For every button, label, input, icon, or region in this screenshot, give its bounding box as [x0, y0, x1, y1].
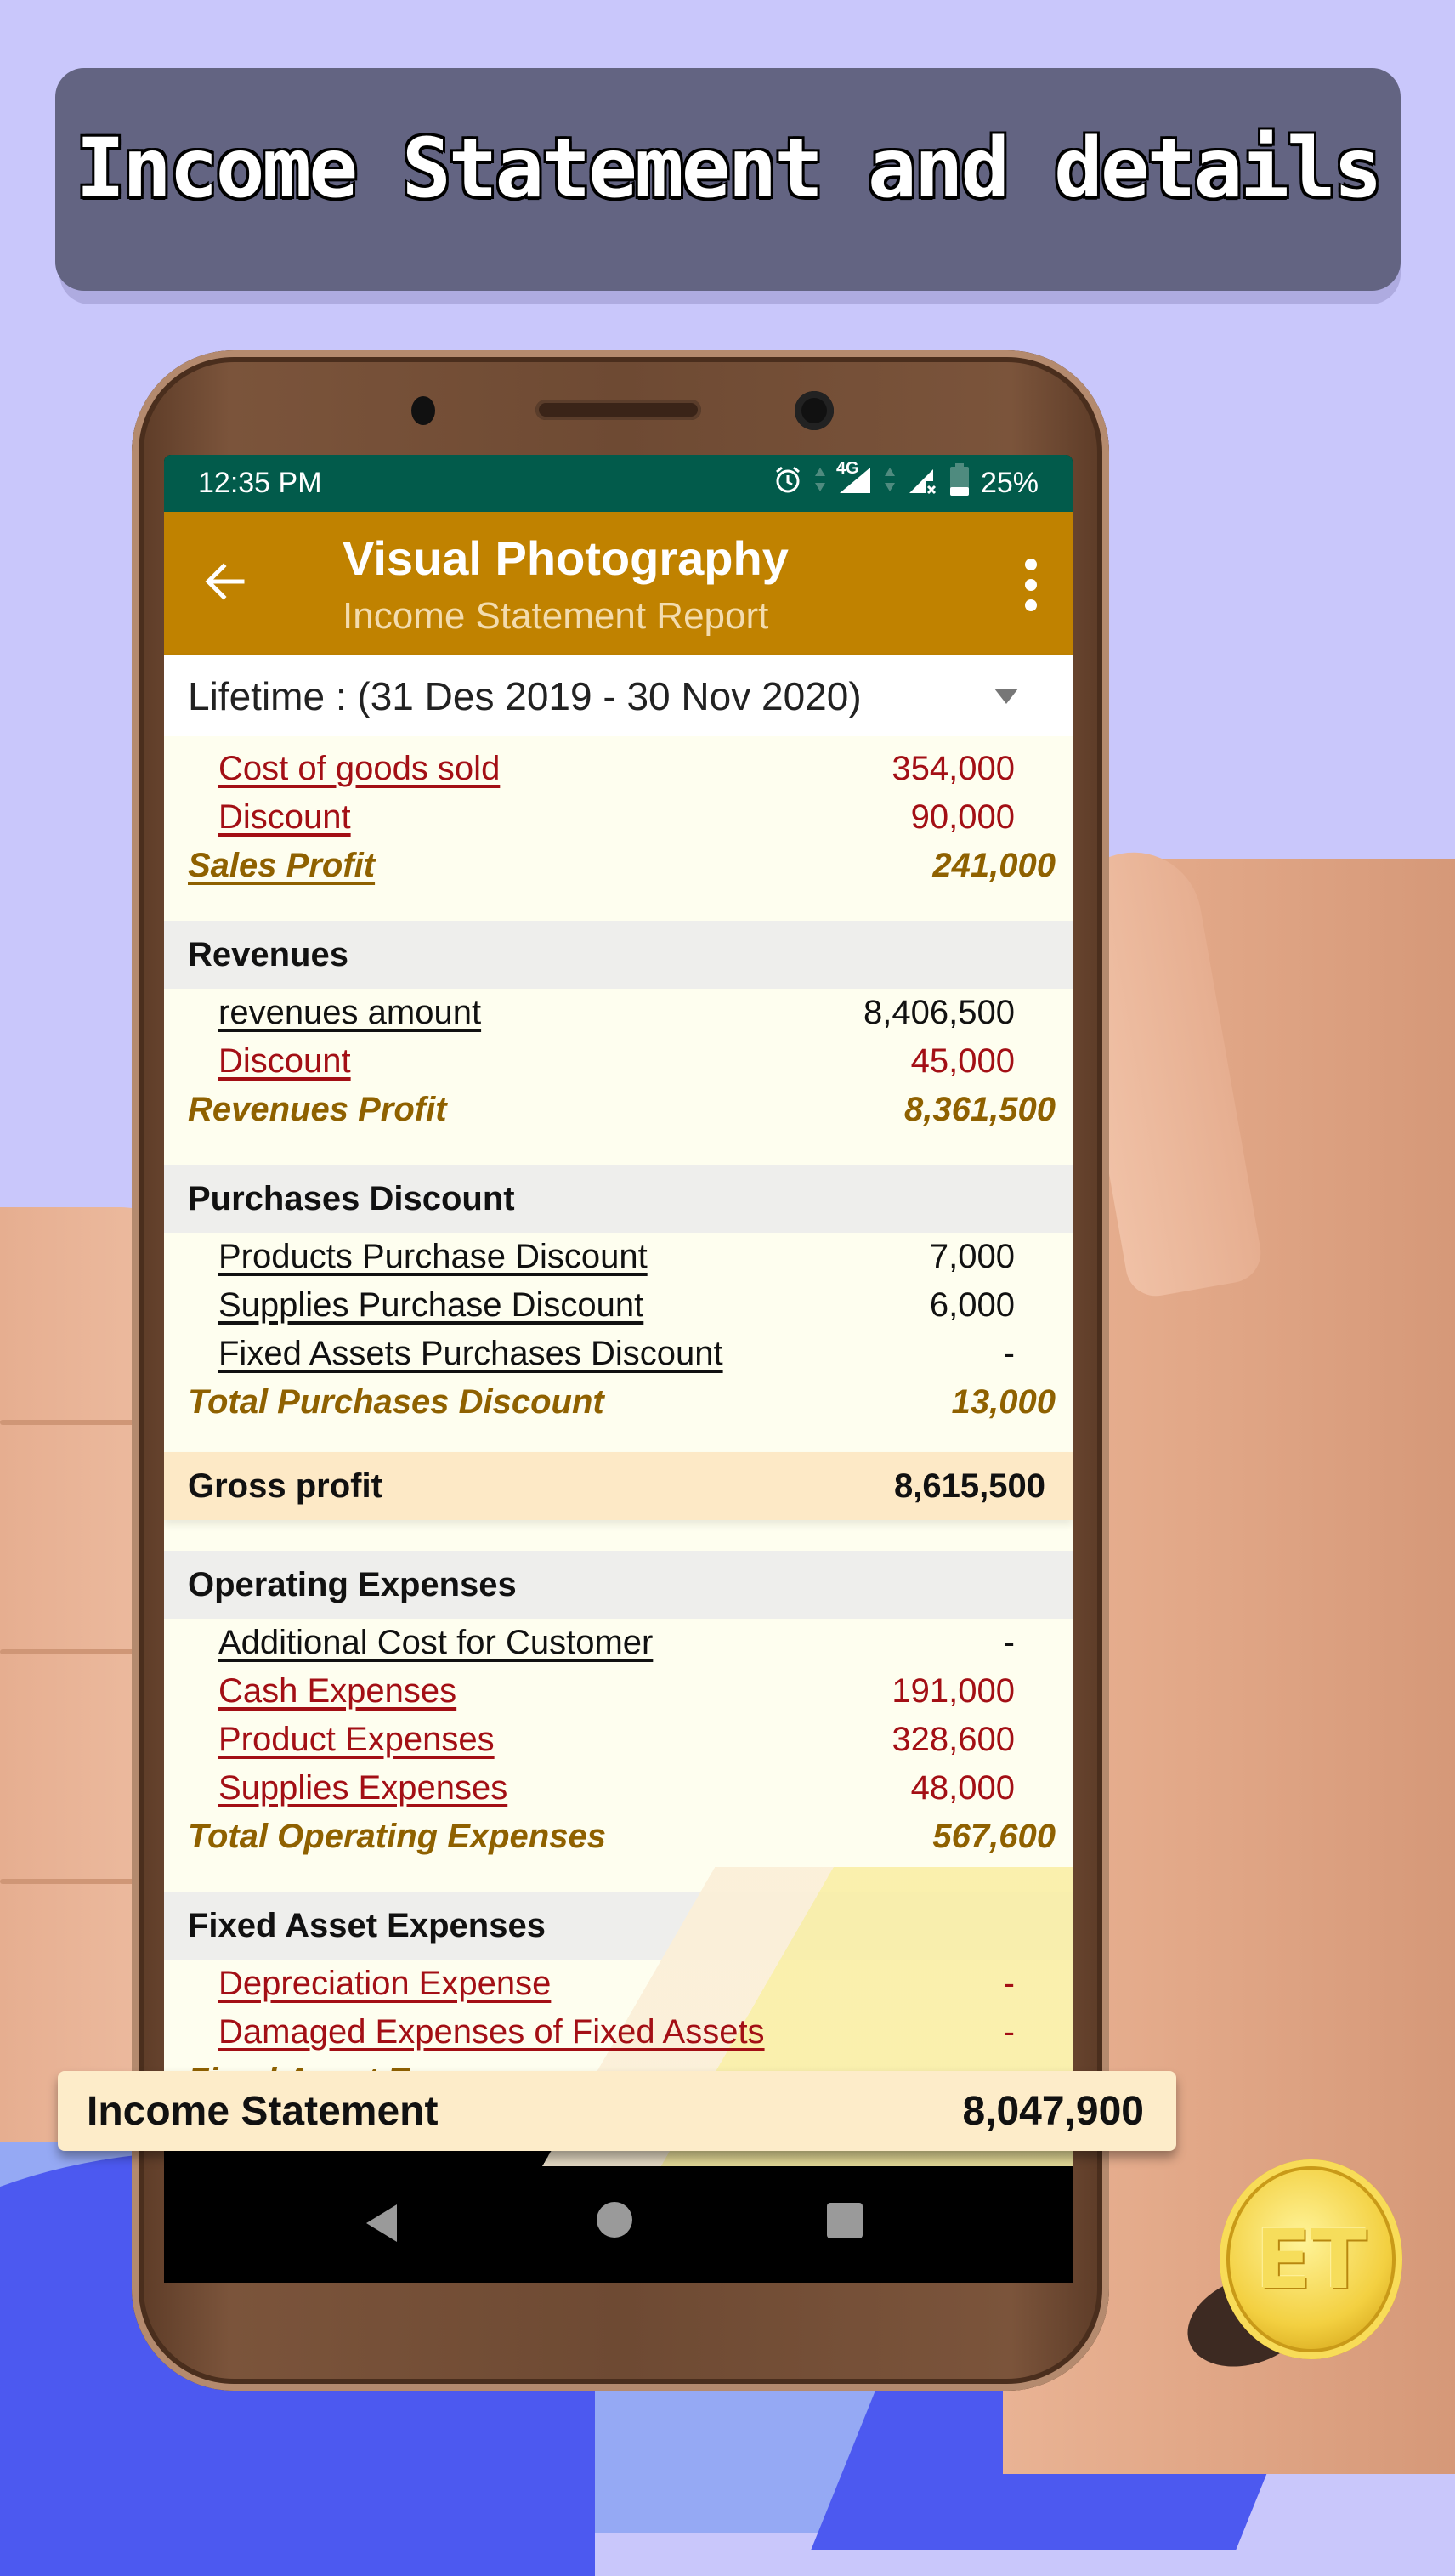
- total-row[interactable]: Sales Profit 241,000: [164, 842, 1073, 890]
- item-label[interactable]: Products Purchase Discount: [218, 1238, 648, 1276]
- status-icons: 4G 25%: [773, 459, 1039, 502]
- period-selector[interactable]: Lifetime : (31 Des 2019 - 30 Nov 2020): [164, 655, 1073, 736]
- total-value: 567,600: [932, 1818, 1056, 1855]
- item-value: 90,000: [910, 798, 1015, 836]
- system-nav-bar: [164, 2166, 1073, 2278]
- list-item[interactable]: Supplies Purchase Discount 6,000: [164, 1281, 1073, 1330]
- item-value: -: [1003, 1965, 1015, 2002]
- item-value: 48,000: [910, 1769, 1015, 1807]
- list-item[interactable]: Supplies Expenses 48,000: [164, 1764, 1073, 1813]
- app-title: Visual Photography: [343, 531, 789, 585]
- status-time: 12:35 PM: [198, 467, 322, 499]
- total-row: Total Purchases Discount 13,000: [164, 1378, 1073, 1427]
- section-header: Purchases Discount: [164, 1165, 1073, 1233]
- promo-banner: Income Statement and details: [55, 68, 1401, 291]
- total-row: Total Operating Expenses 567,600: [164, 1813, 1073, 1861]
- battery-icon: [949, 463, 969, 502]
- item-label[interactable]: Discount: [218, 798, 351, 837]
- item-label[interactable]: Cash Expenses: [218, 1672, 456, 1711]
- item-label[interactable]: Fixed Assets Purchases Discount: [218, 1335, 723, 1373]
- item-label[interactable]: Supplies Expenses: [218, 1769, 507, 1807]
- front-camera: [795, 391, 834, 430]
- income-statement-label: Income Statement: [87, 2088, 439, 2134]
- nav-back-icon[interactable]: [366, 2204, 397, 2242]
- item-value: 328,600: [892, 1721, 1015, 1758]
- list-item[interactable]: Cash Expenses 191,000: [164, 1667, 1073, 1716]
- item-value: 7,000: [929, 1238, 1015, 1275]
- menu-dot: [1025, 579, 1037, 591]
- list-item[interactable]: Additional Cost for Customer -: [164, 1619, 1073, 1667]
- battery-percent: 25%: [980, 466, 1039, 499]
- item-label[interactable]: Cost of goods sold: [218, 750, 500, 788]
- data-arrows-icon: [814, 465, 826, 501]
- item-label[interactable]: Discount: [218, 1042, 351, 1081]
- phone-screen: 12:35 PM 4G 25% Visual Photography Incom…: [164, 455, 1073, 2283]
- item-label[interactable]: Supplies Purchase Discount: [218, 1286, 643, 1325]
- alarm-icon: [773, 465, 802, 501]
- total-value: 13,000: [951, 1383, 1056, 1421]
- section-header: Fixed Asset Expenses: [164, 1892, 1073, 1960]
- menu-dot: [1025, 559, 1037, 570]
- list-item[interactable]: Cost of goods sold 354,000: [164, 745, 1073, 793]
- app-bar: Visual Photography Income Statement Repo…: [164, 512, 1073, 655]
- income-statement-value: 8,047,900: [962, 2088, 1144, 2134]
- banner-title: Income Statement and details: [76, 121, 1382, 216]
- item-value: 354,000: [892, 750, 1015, 787]
- list-item[interactable]: Damaged Expenses of Fixed Assets -: [164, 2008, 1073, 2057]
- item-label[interactable]: Product Expenses: [218, 1721, 495, 1759]
- item-label[interactable]: Additional Cost for Customer: [218, 1624, 653, 1662]
- total-row: Revenues Profit 8,361,500: [164, 1086, 1073, 1134]
- income-statement-summary: Income Statement 8,047,900: [58, 2071, 1176, 2151]
- list-item[interactable]: Depreciation Expense -: [164, 1960, 1073, 2008]
- proximity-sensor: [411, 396, 435, 425]
- phone-speaker: [535, 400, 701, 420]
- item-value: 8,406,500: [863, 994, 1015, 1031]
- item-value: -: [1003, 1335, 1015, 1372]
- total-label[interactable]: Sales Profit: [188, 847, 375, 885]
- item-label[interactable]: Depreciation Expense: [218, 1965, 551, 2003]
- item-value: -: [1003, 1624, 1015, 1661]
- more-vert-icon[interactable]: [1025, 559, 1039, 611]
- nav-recents-icon[interactable]: [827, 2203, 863, 2238]
- logo-text: ET: [1254, 2211, 1367, 2307]
- item-label[interactable]: Damaged Expenses of Fixed Assets: [218, 2013, 765, 2051]
- triangle-down-icon[interactable]: [994, 689, 1018, 704]
- item-value: -: [1003, 2013, 1015, 2051]
- item-value: 191,000: [892, 1672, 1015, 1710]
- no-sim-signal-icon: [908, 464, 938, 502]
- nav-home-icon[interactable]: [597, 2202, 632, 2238]
- section-header: Revenues: [164, 921, 1073, 989]
- total-value: 8,361,500: [904, 1091, 1056, 1128]
- status-bar: 12:35 PM 4G 25%: [164, 455, 1073, 512]
- total-label: Total Purchases Discount: [188, 1383, 604, 1421]
- gross-profit-value: 8,615,500: [894, 1467, 1045, 1505]
- menu-dot: [1025, 599, 1037, 611]
- brand-logo-coin: ET: [1220, 2159, 1402, 2359]
- period-label: Lifetime : (31 Des 2019 - 30 Nov 2020): [188, 674, 862, 718]
- list-item[interactable]: Fixed Assets Purchases Discount -: [164, 1330, 1073, 1378]
- total-value: 241,000: [932, 847, 1056, 884]
- list-item[interactable]: revenues amount 8,406,500: [164, 989, 1073, 1037]
- list-item[interactable]: Discount 90,000: [164, 793, 1073, 842]
- 4g-signal-icon: 4G: [836, 459, 872, 502]
- report-content[interactable]: Cost of goods sold 354,000 Discount 90,0…: [164, 736, 1073, 2207]
- gross-profit-label: Gross profit: [188, 1467, 382, 1505]
- section-header: Operating Expenses: [164, 1551, 1073, 1619]
- list-item[interactable]: Products Purchase Discount 7,000: [164, 1233, 1073, 1281]
- list-item[interactable]: Discount 45,000: [164, 1037, 1073, 1086]
- arrow-left-icon[interactable]: [200, 556, 251, 607]
- app-subtitle: Income Statement Report: [343, 595, 769, 637]
- list-item[interactable]: Product Expenses 328,600: [164, 1716, 1073, 1764]
- total-label: Revenues Profit: [188, 1091, 447, 1128]
- item-value: 6,000: [929, 1286, 1015, 1324]
- gross-profit-row: Gross profit 8,615,500: [164, 1452, 1073, 1520]
- item-value: 45,000: [910, 1042, 1015, 1080]
- item-label[interactable]: revenues amount: [218, 994, 481, 1032]
- data-arrows-icon: [884, 465, 896, 501]
- total-label: Total Operating Expenses: [188, 1818, 606, 1855]
- network-label: 4G: [835, 459, 859, 478]
